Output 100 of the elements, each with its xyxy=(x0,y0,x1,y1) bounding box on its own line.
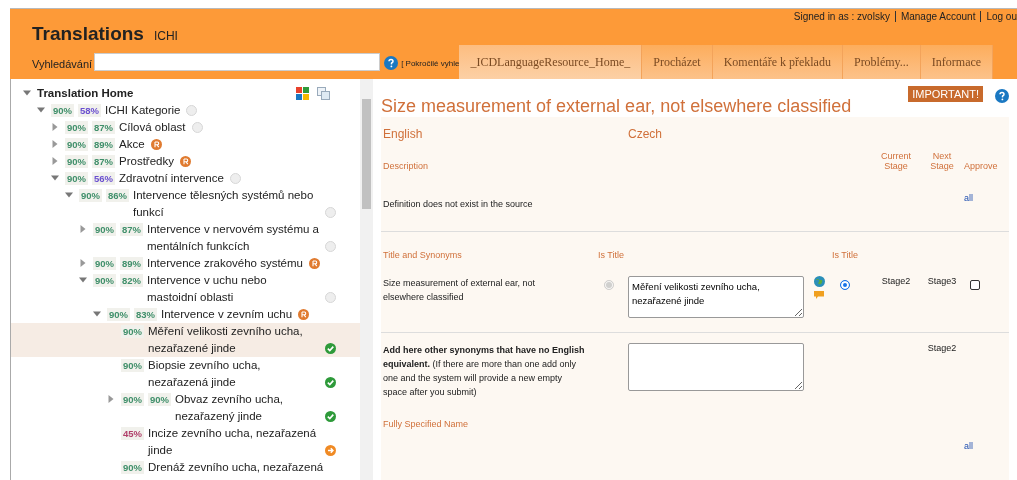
tree-item[interactable]: 90% 83% Intervence v zevním uchu xyxy=(11,306,360,323)
percent-badge: 90% xyxy=(121,393,144,406)
tree-item[interactable]: 90% 58% ICHI Kategorie xyxy=(11,102,360,119)
percent-badge: 87% xyxy=(92,121,116,134)
approve-all-link[interactable]: all xyxy=(964,441,1004,451)
tree-label: Akce xyxy=(119,137,145,152)
status-circle-icon xyxy=(186,105,198,116)
account-link[interactable]: Log ou xyxy=(980,11,1017,22)
important-badge[interactable]: IMPORTANT! xyxy=(908,86,983,102)
percent-badge: 90% xyxy=(93,223,116,236)
signed-in-text: Signed in as : zvolsky xyxy=(793,11,890,22)
percent-badge: 90% xyxy=(148,393,172,406)
tree-item[interactable]: 90% 89% Akce xyxy=(11,136,360,153)
collapsed-caret-icon[interactable] xyxy=(51,157,59,165)
collapsed-caret-icon[interactable] xyxy=(51,140,59,148)
check-status-icon xyxy=(325,343,336,354)
synonym-field[interactable] xyxy=(628,343,804,391)
tree-label: Drenáž zevního ucha, nezařazená xyxy=(148,460,324,475)
tree-label: Intervence v uchu nebo mastoidní oblasti xyxy=(147,273,268,305)
percent-badge: 90% xyxy=(121,359,144,372)
approve-checkbox[interactable] xyxy=(970,280,980,290)
tree-item[interactable]: 90% 87% Cílová oblast xyxy=(11,119,360,136)
current-stage-text: Stage2 xyxy=(880,276,912,286)
nav-tab[interactable]: Komentáře k překladu xyxy=(712,45,843,79)
add-synonym-note: Add here other synonyms that have no English equivalent. (If there are more than one add only one and the system will provide a new empty space after you submit) xyxy=(383,344,586,399)
status-circle-icon xyxy=(325,241,336,252)
review-status-icon xyxy=(298,309,310,320)
tree-item[interactable]: 90% Biopsie zevního ucha, nezařazená jinde xyxy=(11,357,360,391)
percent-badge: 45% xyxy=(121,427,144,440)
percent-badge: 90% xyxy=(121,461,144,474)
section-heading: Title and Synonyms xyxy=(383,250,463,260)
collapsed-caret-icon[interactable] xyxy=(107,395,115,403)
translation-field[interactable]: Měření velikosti zevního ucha, nezařazené jinde xyxy=(628,276,804,318)
globe-icon[interactable] xyxy=(814,276,825,287)
column-heading: Is Title xyxy=(832,250,859,260)
help-icon[interactable] xyxy=(995,89,1009,103)
column-heading: Next Stage xyxy=(929,151,955,171)
percent-badge: 83% xyxy=(134,308,158,321)
expanded-caret-icon[interactable] xyxy=(79,276,87,284)
tree-label: Měření velikosti zevního ucha, nezařazené jinde xyxy=(148,324,304,356)
tree-item[interactable]: 90% 56% Zdravotní intervence xyxy=(11,170,360,187)
tree-label: Biopsie zevního ucha, nezařazená jinde xyxy=(148,358,262,390)
tree-label: Incize zevního ucha, nezařazená jinde xyxy=(148,426,318,458)
source-language-heading: English xyxy=(383,127,424,141)
tree-label: Prostředky xyxy=(119,154,174,169)
percent-badge: 90% xyxy=(65,138,88,151)
percent-badge: 90% xyxy=(65,121,88,134)
account-link[interactable]: Manage Account xyxy=(894,11,976,22)
tree-label: Intervence zrakového systému xyxy=(147,256,303,271)
percent-badge: 89% xyxy=(120,257,144,270)
target-language-heading: Czech xyxy=(628,127,663,141)
percent-badge: 82% xyxy=(120,274,144,287)
percent-badge: 56% xyxy=(92,172,116,185)
tree-item[interactable]: 90% 86% Intervence tělesných systémů nebo funkcí xyxy=(11,187,360,221)
tree-item[interactable]: Translation Home xyxy=(11,85,360,102)
tree-label: ICHI Kategorie xyxy=(105,103,181,118)
percent-badge: 90% xyxy=(65,172,88,185)
color-grid-icon[interactable] xyxy=(296,87,309,100)
nav-tab[interactable]: Procházet xyxy=(642,45,713,79)
review-status-icon xyxy=(150,139,162,150)
tree-item[interactable]: 90% Měření velikosti zevního ucha, nezařazené jinde xyxy=(11,323,360,357)
tree-label: Intervence v zevním uchu xyxy=(161,307,293,322)
expanded-caret-icon[interactable] xyxy=(23,89,31,97)
percent-badge: 90% xyxy=(107,308,130,321)
review-status-icon xyxy=(180,156,191,167)
tree-item[interactable]: 90% 90% Obvaz zevního ucha, nezařazený jinde xyxy=(11,391,360,425)
expanded-caret-icon[interactable] xyxy=(51,174,59,182)
expanded-caret-icon[interactable] xyxy=(93,310,101,318)
scrollbar[interactable] xyxy=(360,79,373,480)
target-title-radio[interactable] xyxy=(840,280,850,290)
percent-badge: 89% xyxy=(92,138,116,151)
help-icon[interactable] xyxy=(384,56,399,70)
tree-item[interactable]: 90% Drenáž zevního ucha, nezařazená xyxy=(11,459,360,476)
copy-icon[interactable] xyxy=(317,87,330,100)
tree-item[interactable]: 45% Incize zevního ucha, nezařazená jinde xyxy=(11,425,360,459)
percent-badge: 87% xyxy=(92,155,116,168)
tree-item[interactable]: 90% 89% Intervence zrakového systému xyxy=(11,255,360,272)
nav-tab[interactable]: Informace xyxy=(920,45,994,79)
check-status-icon xyxy=(325,411,336,422)
advanced-search-link[interactable]: [ Pokročilé vyhle xyxy=(401,59,460,68)
tree-label: Zdravotní intervence xyxy=(119,171,224,186)
app-subtitle: ICHI xyxy=(153,29,178,43)
tree-item[interactable]: 90% 82% Intervence v uchu nebo mastoidní oblasti xyxy=(11,272,360,306)
tree-label: Obvaz zevního ucha, nezařazený jinde xyxy=(175,392,285,424)
tree-item[interactable]: 90% 87% Prostředky xyxy=(11,153,360,170)
tree-item[interactable]: 90% 87% Intervence v nervovém systému a mentálních funkcích xyxy=(11,221,360,255)
expanded-caret-icon[interactable] xyxy=(37,106,45,114)
nav-tab[interactable]: Problémy... xyxy=(842,45,921,79)
check-status-icon xyxy=(325,377,336,388)
collapsed-caret-icon[interactable] xyxy=(79,225,87,233)
collapsed-caret-icon[interactable] xyxy=(51,123,59,131)
approve-all-link[interactable]: all xyxy=(964,193,1004,203)
collapsed-caret-icon[interactable] xyxy=(79,259,87,267)
nav-tab[interactable]: _ICDLanguageResource_Home_ xyxy=(459,45,643,79)
percent-badge: 90% xyxy=(93,257,116,270)
expanded-caret-icon[interactable] xyxy=(65,191,73,199)
percent-badge: 90% xyxy=(93,274,116,287)
comment-icon[interactable] xyxy=(814,291,824,299)
search-field[interactable] xyxy=(94,53,381,71)
percent-badge: 58% xyxy=(78,104,102,117)
